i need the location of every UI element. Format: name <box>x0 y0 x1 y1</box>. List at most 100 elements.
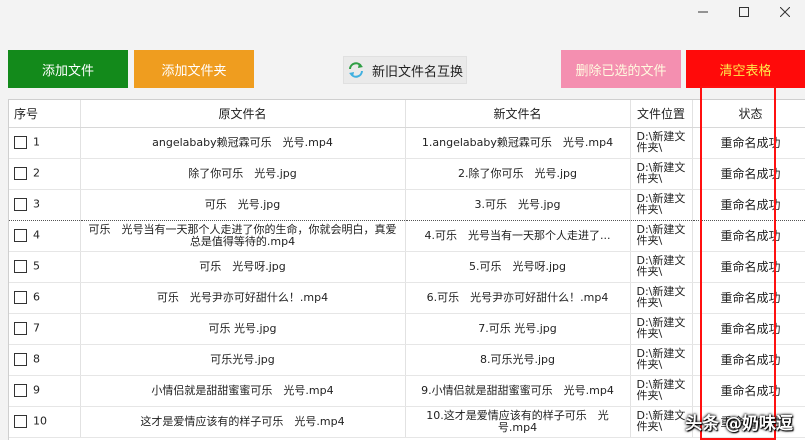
status-cell: 重命名成功 <box>692 127 805 159</box>
row-checkbox[interactable] <box>14 229 27 242</box>
minimize-icon <box>697 11 708 13</box>
new-name-cell: 8.可乐光号.jpg <box>405 344 631 376</box>
location-cell: D:\新建文件夹\ <box>630 251 693 283</box>
table-row[interactable]: 6 可乐 光号尹亦可好甜什么！.mp4 6.可乐 光号尹亦可好甜什么！.mp4 D:\… <box>9 282 805 314</box>
add-folder-button[interactable]: 添加文件夹 <box>134 50 254 88</box>
window-controls <box>682 0 805 24</box>
table-header-row: 序号 原文件名 新文件名 文件位置 状态 <box>9 100 805 128</box>
row-number: 2 <box>33 166 40 180</box>
row-index-cell: 1 <box>9 127 81 159</box>
new-name-cell: 3.可乐 光号.jpg <box>405 188 631 221</box>
row-number: 5 <box>33 259 40 273</box>
status-cell: 重命名成功 <box>692 251 805 283</box>
location-cell: D:\新建文件夹\ <box>630 127 693 159</box>
refresh-icon <box>347 62 365 78</box>
original-name-cell: 这才是爱情应该有的样子可乐 光号.mp4 <box>80 406 406 438</box>
row-number: 9 <box>33 383 40 397</box>
row-index-cell: 10 <box>9 406 81 438</box>
row-number: 6 <box>33 290 40 304</box>
row-number: 7 <box>33 321 40 335</box>
table-row[interactable]: 3 可乐 光号.jpg 3.可乐 光号.jpg D:\新建文件夹\ 重命名成功 <box>9 188 805 221</box>
new-name-cell: 7.可乐 光号.jpg <box>405 313 631 345</box>
table-row[interactable]: 2 除了你可乐 光号.jpg 2.除了你可乐 光号.jpg D:\新建文件夹\ 重命名成… <box>9 158 805 190</box>
location-cell: D:\新建文件夹\ <box>630 375 693 407</box>
maximize-icon <box>738 7 749 17</box>
status-cell: 重命名成功 <box>692 158 805 190</box>
original-name-cell: 除了你可乐 光号.jpg <box>80 158 406 190</box>
original-name-cell: 可乐 光号.jpg <box>80 313 406 345</box>
add-file-button[interactable]: 添加文件 <box>8 50 128 88</box>
column-header-status[interactable]: 状态 <box>692 100 805 128</box>
location-cell: D:\新建文件夹\ <box>630 188 693 221</box>
row-index-cell: 6 <box>9 282 81 314</box>
row-index-cell: 3 <box>9 188 81 221</box>
status-cell: 重命名成功 <box>692 282 805 314</box>
original-name-cell: angelababy赖冠霖可乐 光号.mp4 <box>80 127 406 159</box>
close-icon <box>779 7 790 17</box>
row-checkbox[interactable] <box>14 260 27 273</box>
status-cell: 重命名成功 <box>692 188 805 221</box>
row-number: 1 <box>33 135 40 149</box>
swap-names-button[interactable]: 新旧文件名互换 <box>343 56 467 84</box>
status-cell: 重命名成功 <box>692 313 805 345</box>
original-name-cell: 小情侣就是甜甜蜜蜜可乐 光号.mp4 <box>80 375 406 407</box>
row-checkbox[interactable] <box>14 384 27 397</box>
new-name-cell: 5.可乐 光号呀.jpg <box>405 251 631 283</box>
row-checkbox[interactable] <box>14 415 27 428</box>
minimize-button[interactable] <box>682 0 723 24</box>
row-index-cell: 8 <box>9 344 81 376</box>
row-checkbox[interactable] <box>14 322 27 335</box>
new-name-cell: 4.可乐 光号当有一天那个人走进了... <box>405 220 631 252</box>
row-index-cell: 9 <box>9 375 81 407</box>
new-name-cell: 9.小情侣就是甜甜蜜蜜可乐 光号.mp4 <box>405 375 631 407</box>
original-name-cell: 可乐光号.jpg <box>80 344 406 376</box>
row-checkbox[interactable] <box>14 291 27 304</box>
row-index-cell: 7 <box>9 313 81 345</box>
table-row[interactable]: 9 小情侣就是甜甜蜜蜜可乐 光号.mp4 9.小情侣就是甜甜蜜蜜可乐 光号.mp4 D… <box>9 375 805 407</box>
location-cell: D:\新建文件夹\ <box>630 220 693 252</box>
status-cell: 重命名成功 <box>692 375 805 407</box>
row-number: 4 <box>33 228 40 242</box>
new-name-cell: 10.这才是爱情应该有的样子可乐 光号.mp4 <box>405 406 631 438</box>
column-header-index[interactable]: 序号 <box>9 100 81 128</box>
table-row[interactable]: 7 可乐 光号.jpg 7.可乐 光号.jpg D:\新建文件夹\ 重命名成功 <box>9 313 805 345</box>
row-number: 3 <box>33 197 40 211</box>
row-checkbox[interactable] <box>14 353 27 366</box>
location-cell: D:\新建文件夹\ <box>630 344 693 376</box>
row-number: 10 <box>33 414 47 428</box>
clear-table-button[interactable]: 清空表格 <box>686 50 805 88</box>
column-header-original[interactable]: 原文件名 <box>80 100 406 128</box>
toolbar: 添加文件 添加文件夹 新旧文件名互换 删除已选的文件 清空表格 <box>0 50 805 90</box>
location-cell: D:\新建文件夹\ <box>630 313 693 345</box>
new-name-cell: 2.除了你可乐 光号.jpg <box>405 158 631 190</box>
close-button[interactable] <box>764 0 805 24</box>
row-checkbox[interactable] <box>14 167 27 180</box>
original-name-cell: 可乐 光号呀.jpg <box>80 251 406 283</box>
row-index-cell: 2 <box>9 158 81 190</box>
delete-selected-button[interactable]: 删除已选的文件 <box>561 50 681 88</box>
location-cell: D:\新建文件夹\ <box>630 282 693 314</box>
new-name-cell: 1.angelababy赖冠霖可乐 光号.mp4 <box>405 127 631 159</box>
file-table: 序号 原文件名 新文件名 文件位置 状态 1 angelababy赖冠霖可乐 光号… <box>8 99 805 440</box>
table-row[interactable]: 4 可乐 光号当有一天那个人走进了你的生命，你就会明白，真爱总是值得等待的.mp4… <box>9 220 805 252</box>
row-index-cell: 4 <box>9 220 81 252</box>
status-cell: 重命名成功 <box>692 344 805 376</box>
watermark: 头条 @奶味逗 <box>685 414 793 434</box>
table-row[interactable]: 1 angelababy赖冠霖可乐 光号.mp4 1.angelababy赖冠霖可乐… <box>9 127 805 159</box>
table-row[interactable]: 8 可乐光号.jpg 8.可乐光号.jpg D:\新建文件夹\ 重命名成功 <box>9 344 805 376</box>
maximize-button[interactable] <box>723 0 764 24</box>
original-name-cell: 可乐 光号尹亦可好甜什么！.mp4 <box>80 282 406 314</box>
row-checkbox[interactable] <box>14 136 27 149</box>
original-name-cell: 可乐 光号当有一天那个人走进了你的生命，你就会明白，真爱总是值得等待的.mp4 <box>80 220 406 252</box>
new-name-cell: 6.可乐 光号尹亦可好甜什么！.mp4 <box>405 282 631 314</box>
original-name-cell: 可乐 光号.jpg <box>80 188 406 221</box>
row-number: 8 <box>33 352 40 366</box>
table-row[interactable]: 5 可乐 光号呀.jpg 5.可乐 光号呀.jpg D:\新建文件夹\ 重命名成功 <box>9 251 805 283</box>
status-cell: 重命名成功 <box>692 220 805 252</box>
location-cell: D:\新建文件夹\ <box>630 406 693 438</box>
column-header-new[interactable]: 新文件名 <box>405 100 631 128</box>
swap-names-label: 新旧文件名互换 <box>371 64 463 80</box>
row-index-cell: 5 <box>9 251 81 283</box>
row-checkbox[interactable] <box>14 198 27 211</box>
column-header-location[interactable]: 文件位置 <box>630 100 693 128</box>
